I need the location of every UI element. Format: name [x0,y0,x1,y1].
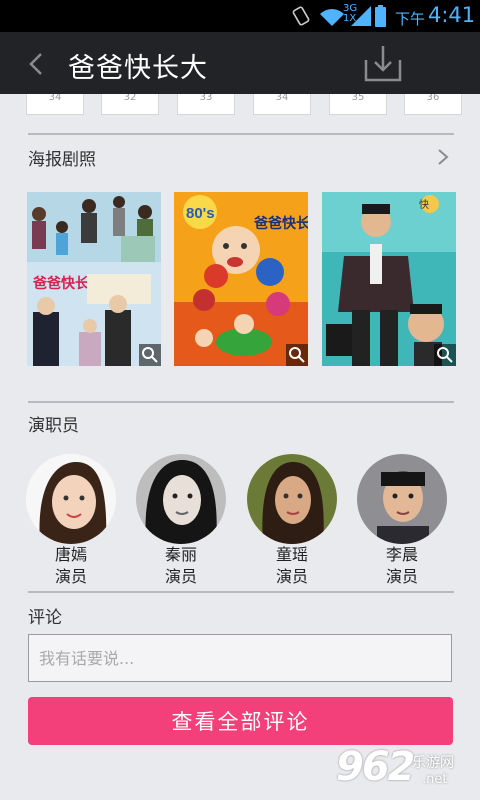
svg-text:快: 快 [419,199,429,211]
episode-strip: 34 32 33 34 35 36 [0,94,480,116]
cast-avatar[interactable] [136,454,226,544]
clock-period: 下午 [395,10,426,28]
watermark-number: 962 [336,744,415,790]
episode-button[interactable]: 34 [253,94,311,115]
status-bar: 3G 1X 下午 4:41 [0,0,480,32]
site-watermark: 962 乐游网 .net [332,744,480,800]
zoom-icon [139,344,161,366]
watermark-site: 乐游网 [412,755,454,771]
battery-icon [375,5,386,27]
zoom-icon [434,344,456,366]
episode-button[interactable]: 33 [177,94,235,115]
download-icon[interactable] [362,42,404,84]
cast-role: 演员 [164,567,197,586]
poster-thumbnail[interactable]: 80's 爸爸快长大 [174,192,308,366]
clock-time: 4:41 [428,3,476,27]
poster-image: 爸爸快长大 [27,192,161,366]
comments-section-title: 评论 [28,608,62,628]
svg-text:爸爸快长大: 爸爸快长大 [253,215,308,231]
signal-icon [351,6,371,26]
cast-section-title: 演职员 [28,416,79,436]
poster-thumbnail[interactable]: 爸爸快长大 [27,192,161,366]
cast-avatar[interactable] [247,454,337,544]
divider [28,133,454,135]
episode-button[interactable]: 34 [26,94,84,115]
poster-image: 80's 爸爸快长大 [174,192,308,366]
posters-section-title: 海报剧照 [28,150,96,170]
screen-rotation-icon [292,6,310,26]
cast-name: 李晨 [385,545,418,564]
episode-button[interactable]: 35 [329,94,387,115]
watermark-domain: .net [422,772,448,787]
poster-thumbnail[interactable]: 快 [322,192,456,366]
svg-text:80's: 80's [186,205,215,222]
divider [28,591,454,593]
episode-button[interactable]: 36 [404,94,462,115]
cast-role: 演员 [385,567,418,586]
cast-role: 演员 [275,567,308,586]
cast-avatar[interactable] [26,454,116,544]
comment-input[interactable] [28,634,452,682]
cast-name: 唐嫣 [54,545,87,564]
view-all-comments-button[interactable]: 查看全部评论 [28,697,453,745]
divider [28,401,454,403]
wifi-icon [320,9,344,26]
poster-image: 快 [322,192,456,366]
back-arrow-icon[interactable] [26,50,46,78]
page-title: 爸爸快长大 [68,53,208,84]
episode-button[interactable]: 32 [101,94,159,115]
cast-name: 秦丽 [164,545,197,564]
zoom-icon [286,344,308,366]
cast-role: 演员 [54,567,87,586]
app-header: 爸爸快长大 [0,32,480,94]
chevron-right-icon[interactable] [436,147,450,167]
cast-name: 童瑶 [275,545,308,564]
cast-avatar[interactable] [357,454,447,544]
